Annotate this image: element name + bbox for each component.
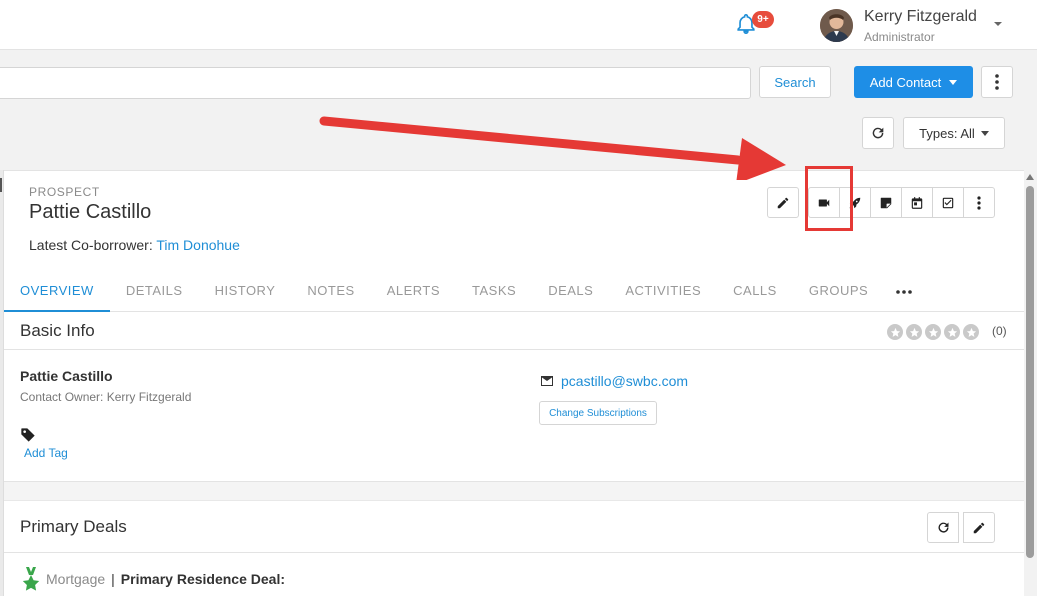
note-icon (880, 197, 892, 208)
basic-info-name: Pattie Castillo (20, 368, 113, 384)
schedule-appointment-button[interactable] (901, 187, 933, 218)
basic-info-header: Basic Info (0) (4, 312, 1024, 350)
deal-item[interactable]: Mortgage | Primary Residence Deal: (22, 567, 285, 591)
video-icon (818, 199, 830, 206)
rating-count: (0) (992, 324, 1007, 338)
deals-refresh-button[interactable] (927, 512, 959, 543)
add-tag-link[interactable]: Add Tag (24, 446, 68, 460)
coborrower-label: Latest Co-borrower: (29, 237, 153, 253)
add-note-button[interactable] (870, 187, 902, 218)
tab-calls[interactable]: CALLS (717, 271, 793, 312)
tab-history[interactable]: HISTORY (199, 271, 292, 312)
user-role: Administrator (864, 30, 935, 44)
more-actions-button[interactable] (963, 187, 995, 218)
basic-info-title: Basic Info (20, 321, 95, 340)
add-task-button[interactable] (932, 187, 964, 218)
rating-star-icon[interactable] (887, 324, 903, 340)
primary-deals-header: Primary Deals (4, 501, 1024, 553)
refresh-icon (938, 522, 949, 533)
tab-details[interactable]: DETAILS (110, 271, 199, 312)
tab-activities[interactable]: ACTIVITIES (609, 271, 717, 312)
rocket-icon (849, 197, 861, 208)
rating-star-icon[interactable] (906, 324, 922, 340)
notification-badge: 9+ (752, 11, 774, 28)
contact-tabs: OVERVIEW DETAILS HISTORY NOTES ALERTS TASKS DE… (4, 271, 1024, 312)
primary-deals-title: Primary Deals (20, 517, 127, 536)
contact-name: Pattie Castillo (29, 201, 152, 223)
video-call-button[interactable] (808, 187, 840, 218)
deal-separator: | (111, 571, 115, 587)
left-panel-marker (0, 178, 2, 192)
tabs-more-button[interactable] (884, 271, 924, 312)
tab-tasks[interactable]: TASKS (456, 271, 532, 312)
refresh-button[interactable] (862, 117, 894, 149)
search-input[interactable] (0, 67, 751, 99)
launch-campaign-button[interactable] (839, 187, 871, 218)
tab-notes[interactable]: NOTES (291, 271, 370, 312)
more-options-button[interactable] (981, 66, 1013, 98)
search-button[interactable]: Search (759, 66, 831, 98)
more-vertical-icon (977, 195, 981, 210)
tab-alerts[interactable]: ALERTS (371, 271, 456, 312)
contact-actions (767, 187, 995, 218)
edit-icon (777, 197, 789, 208)
types-filter-dropdown[interactable]: Types: All (903, 117, 1005, 149)
user-name[interactable]: Kerry Fitzgerald (864, 8, 977, 26)
scrollbar-thumb[interactable] (1026, 186, 1034, 558)
deal-name: Primary Residence Deal: (120, 571, 285, 587)
caret-down-icon (949, 79, 958, 85)
deals-edit-button[interactable] (963, 512, 995, 543)
caret-down-icon (980, 130, 989, 136)
user-menu-chevron-icon[interactable] (993, 19, 1003, 29)
contact-type-label: PROSPECT (29, 185, 100, 199)
top-header: 9+ Kerry Fitzgerald Administrator (0, 0, 1037, 50)
add-contact-button[interactable]: Add Contact (854, 66, 973, 98)
email-icon (541, 376, 553, 386)
task-check-icon (942, 197, 954, 208)
deal-award-icon (22, 567, 40, 591)
email-link[interactable]: pcastillo@swbc.com (561, 373, 688, 389)
more-horizontal-icon (896, 289, 912, 294)
add-contact-label: Add Contact (869, 74, 942, 90)
tag-icon (20, 427, 36, 443)
edit-icon (973, 522, 985, 533)
coborrower-line: Latest Co-borrower: Tim Donohue (29, 237, 240, 253)
contact-panel: PROSPECT Pattie Castillo Latest Co-borro… (4, 170, 1024, 596)
tab-overview[interactable]: OVERVIEW (4, 271, 110, 312)
tab-groups[interactable]: GROUPS (793, 271, 884, 312)
scroll-up-arrow-icon[interactable] (1026, 174, 1034, 180)
toolbar-row: Search Add Contact Types: All (0, 51, 1037, 169)
rating-star-icon[interactable] (925, 324, 941, 340)
change-subscriptions-button[interactable]: Change Subscriptions (539, 401, 657, 425)
contact-owner: Contact Owner: Kerry Fitzgerald (20, 390, 192, 404)
section-divider (4, 481, 1024, 501)
edit-contact-button[interactable] (767, 187, 799, 218)
refresh-icon (872, 127, 884, 139)
rating-stars[interactable] (887, 324, 979, 340)
avatar[interactable] (820, 9, 853, 42)
tab-deals[interactable]: DEALS (532, 271, 609, 312)
rating-star-icon[interactable] (944, 324, 960, 340)
deal-type: Mortgage (46, 571, 106, 587)
coborrower-link[interactable]: Tim Donohue (156, 237, 240, 253)
more-vertical-icon (995, 74, 999, 90)
calendar-icon (911, 196, 923, 209)
types-filter-label: Types: All (919, 125, 975, 141)
rating-star-icon[interactable] (963, 324, 979, 340)
